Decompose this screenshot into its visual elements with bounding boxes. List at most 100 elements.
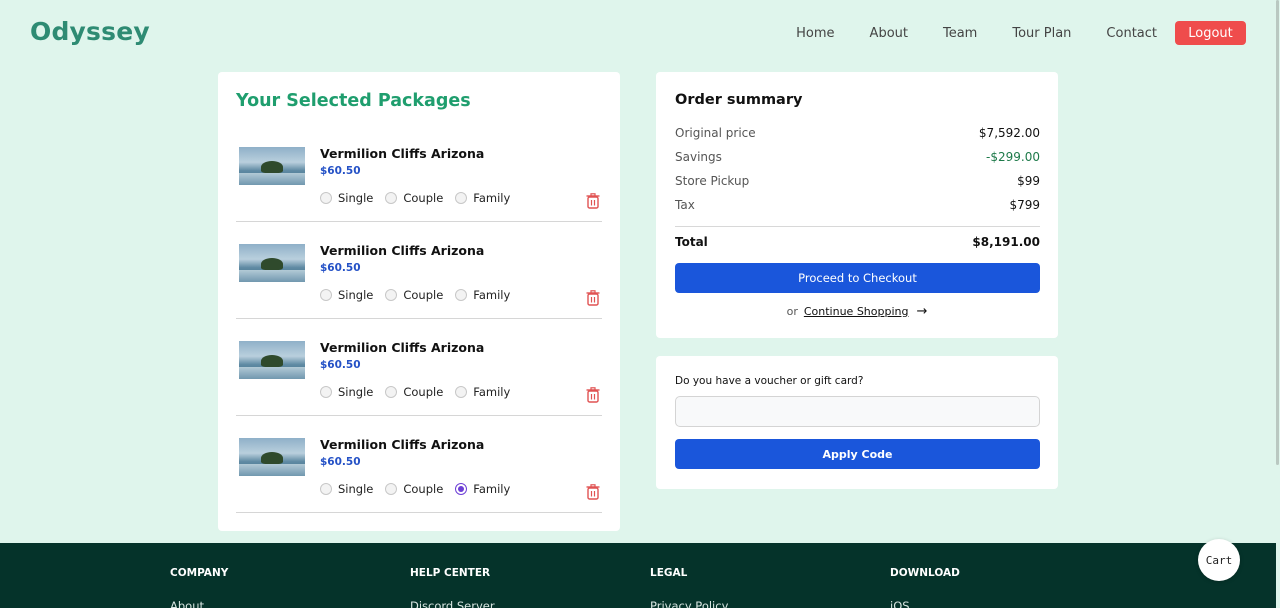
option-label: Single	[338, 191, 374, 205]
radio-single[interactable]	[320, 386, 332, 398]
option-family[interactable]: Family	[455, 288, 510, 302]
arrow-right-icon[interactable]: →	[916, 304, 927, 319]
brand-logo[interactable]: Odyssey	[30, 17, 150, 46]
radio-couple[interactable]	[385, 289, 398, 301]
apply-code-button[interactable]: Apply Code	[675, 439, 1040, 469]
summary-label: Store Pickup	[675, 174, 750, 188]
package-price: $60.50	[320, 262, 361, 274]
option-label: Single	[338, 288, 374, 302]
option-family[interactable]: Family	[455, 482, 510, 496]
radio-couple[interactable]	[385, 483, 398, 495]
radio-couple[interactable]	[385, 192, 398, 204]
option-label: Family	[473, 288, 511, 302]
option-single[interactable]: Single	[320, 482, 373, 496]
option-family[interactable]: Family	[455, 385, 510, 399]
package-item: Vermilion Cliffs Arizona $60.50 Single C…	[236, 319, 602, 416]
option-family[interactable]: Family	[455, 191, 510, 205]
package-type-options: Single Couple Family	[320, 191, 522, 205]
summary-title: Order summary	[675, 92, 803, 108]
summary-row-store-pickup: Store Pickup $99	[675, 174, 1040, 188]
footer-link[interactable]: About	[170, 599, 228, 608]
nav-home[interactable]: Home	[796, 26, 834, 41]
option-label: Couple	[403, 385, 444, 399]
package-thumbnail	[239, 341, 305, 379]
summary-row-original-price: Original price $7,592.00	[675, 126, 1040, 140]
option-label: Family	[473, 385, 511, 399]
trash-icon[interactable]	[586, 193, 600, 209]
cart-button[interactable]: Cart	[1198, 539, 1240, 581]
summary-row-total: Total $8,191.00	[675, 235, 1040, 249]
option-label: Single	[338, 385, 374, 399]
option-couple[interactable]: Couple	[385, 191, 443, 205]
logout-button[interactable]: Logout	[1175, 21, 1246, 45]
packages-title: Your Selected Packages	[236, 91, 471, 111]
voucher-code-input[interactable]	[675, 396, 1040, 427]
option-single[interactable]: Single	[320, 191, 373, 205]
radio-family[interactable]	[455, 386, 468, 398]
nav-tour-plan[interactable]: Tour Plan	[1012, 26, 1071, 41]
continue-shopping-link[interactable]: Continue Shopping	[804, 305, 909, 318]
option-single[interactable]: Single	[320, 288, 373, 302]
footer: COMPANY About HELP CENTER Discord Server…	[0, 543, 1276, 608]
summary-value: $7,592.00	[978, 126, 1040, 140]
footer-heading: COMPANY	[170, 567, 229, 579]
package-name: Vermilion Cliffs Arizona	[320, 340, 485, 355]
radio-family[interactable]	[455, 192, 468, 204]
option-single[interactable]: Single	[320, 385, 373, 399]
package-name: Vermilion Cliffs Arizona	[320, 437, 485, 452]
proceed-to-checkout-button[interactable]: Proceed to Checkout	[675, 263, 1040, 293]
continue-shopping-row: or Continue Shopping →	[656, 304, 1058, 319]
radio-single[interactable]	[320, 483, 332, 495]
voucher-label: Do you have a voucher or gift card?	[675, 375, 864, 387]
footer-column-legal: LEGAL Privacy Policy	[650, 567, 728, 608]
package-name: Vermilion Cliffs Arizona	[320, 146, 485, 161]
radio-family[interactable]	[455, 483, 468, 495]
footer-link[interactable]: Privacy Policy	[650, 599, 728, 608]
summary-row-savings: Savings -$299.00	[675, 150, 1040, 164]
option-couple[interactable]: Couple	[385, 385, 443, 399]
package-type-options: Single Couple Family	[320, 288, 522, 302]
option-couple[interactable]: Couple	[385, 482, 443, 496]
summary-value: $799	[1009, 198, 1040, 212]
radio-couple[interactable]	[385, 386, 398, 398]
summary-row-tax: Tax $799	[675, 198, 1040, 212]
main-nav: Home About Team Tour Plan Contact Logout	[761, 21, 1246, 45]
radio-single[interactable]	[320, 192, 332, 204]
selected-packages-card: Your Selected Packages Vermilion Cliffs …	[218, 72, 620, 531]
or-text: or	[786, 305, 798, 318]
trash-icon[interactable]	[586, 290, 600, 306]
package-item: Vermilion Cliffs Arizona $60.50 Single C…	[236, 125, 602, 222]
footer-column-download: DOWNLOAD iOS	[890, 567, 960, 608]
package-item: Vermilion Cliffs Arizona $60.50 Single C…	[236, 222, 602, 319]
package-price: $60.50	[320, 456, 361, 468]
trash-icon[interactable]	[586, 484, 600, 500]
package-thumbnail	[239, 147, 305, 185]
footer-link[interactable]: iOS	[890, 599, 960, 608]
nav-team[interactable]: Team	[943, 26, 977, 41]
scrollbar-thumb[interactable]	[1276, 0, 1279, 465]
total-value: $8,191.00	[972, 235, 1040, 249]
package-thumbnail	[239, 438, 305, 476]
trash-icon[interactable]	[586, 387, 600, 403]
page-scrollbar[interactable]	[1274, 0, 1280, 608]
option-couple[interactable]: Couple	[385, 288, 443, 302]
footer-column-company: COMPANY About	[170, 567, 228, 608]
summary-label: Savings	[675, 150, 722, 164]
package-item: Vermilion Cliffs Arizona $60.50 Single C…	[236, 416, 602, 513]
package-name: Vermilion Cliffs Arizona	[320, 243, 485, 258]
voucher-card: Do you have a voucher or gift card? Appl…	[656, 356, 1058, 489]
package-type-options: Single Couple Family	[320, 482, 522, 496]
package-price: $60.50	[320, 165, 361, 177]
summary-value: $99	[1017, 174, 1040, 188]
footer-heading: DOWNLOAD	[890, 567, 960, 579]
nav-about[interactable]: About	[870, 26, 908, 41]
footer-column-help-center: HELP CENTER Discord Server	[410, 567, 495, 608]
radio-family[interactable]	[455, 289, 468, 301]
option-label: Couple	[403, 482, 444, 496]
option-label: Family	[473, 191, 511, 205]
footer-link[interactable]: Discord Server	[410, 599, 495, 608]
option-label: Couple	[403, 288, 444, 302]
radio-single[interactable]	[320, 289, 332, 301]
nav-contact[interactable]: Contact	[1106, 26, 1157, 41]
header: Odyssey Home About Team Tour Plan Contac…	[0, 0, 1280, 66]
